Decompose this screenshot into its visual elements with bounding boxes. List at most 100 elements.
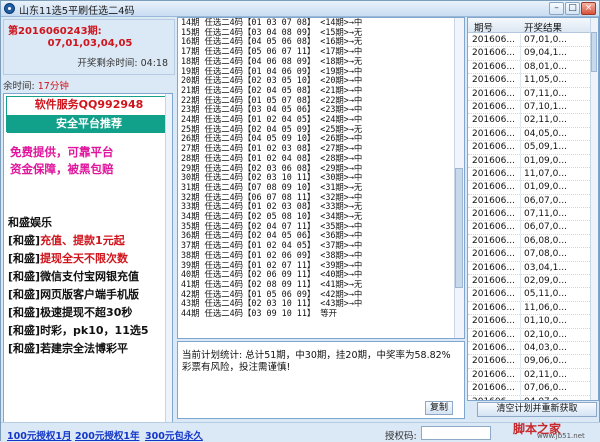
history-issue: 201606...: [472, 235, 515, 246]
ad-item-brand: [和盛]: [8, 324, 41, 337]
plan-list-panel[interactable]: 14期 任选二4码【01 03 07 08】 <14期>→中 15期 任选二4码【…: [177, 17, 465, 339]
history-row[interactable]: 201606... 01,09,0...: [468, 181, 592, 195]
ad-list-item: [和盛]时彩，pk10，11选5: [8, 322, 170, 340]
history-row[interactable]: 201606... 06,08,0...: [468, 234, 592, 249]
copy-button[interactable]: 复制: [425, 401, 453, 415]
ad-list-item: [和盛]微信支付宝网银充值: [8, 268, 170, 286]
history-col-divider: [520, 315, 521, 329]
history-issue: 201606...: [472, 262, 515, 273]
history-result: 07,08,0...: [524, 249, 567, 260]
history-row[interactable]: 201606... 02,11,0...: [468, 368, 592, 383]
history-row[interactable]: 201606... 04,05,0...: [468, 127, 592, 142]
history-panel[interactable]: 期号 开奖结果 201606... 07,01,0... 201606... 09,0…: [467, 17, 599, 401]
history-result: 11,06,0...: [524, 302, 567, 313]
ad-item-text: 时彩，pk10，11选5: [40, 324, 149, 337]
history-col-divider: [520, 248, 521, 262]
history-result: 03,04,1...: [524, 262, 567, 273]
history-row[interactable]: 201606... 03,04,1...: [468, 261, 592, 276]
history-issue: 201606...: [472, 61, 515, 72]
ad-list-item: [和盛]网页版客户端手机版: [8, 286, 170, 304]
history-col-divider: [520, 154, 521, 168]
bottom-bar: 100元授权1月 200元授权1年 300元包永久 授权码:: [1, 422, 600, 442]
ad-free-line: 资金保障，被黑包赔: [10, 162, 114, 176]
history-result: 04,03,0...: [524, 342, 567, 353]
maximize-button[interactable]: □: [565, 2, 580, 15]
history-issue: 201606...: [472, 276, 515, 287]
history-row[interactable]: 201606... 11,07,0...: [468, 167, 592, 182]
history-row[interactable]: 201606... 11,05,0...: [468, 74, 592, 88]
license-1-year-link[interactable]: 200元授权1年: [75, 428, 139, 442]
history-row[interactable]: 201606... 08,01,0...: [468, 60, 592, 75]
history-issue: 201606...: [472, 369, 515, 380]
plan-scroll-thumb[interactable]: [455, 168, 463, 288]
history-row[interactable]: 201606... 01,09,0...: [468, 154, 592, 168]
license-forever-link[interactable]: 300元包永久: [145, 428, 203, 442]
history-row[interactable]: 201606... 04,03,0...: [468, 341, 592, 356]
history-result: 05,11,0...: [524, 289, 567, 300]
plan-scrollbar[interactable]: [454, 18, 464, 338]
history-issue: 201606...: [472, 75, 515, 86]
history-row[interactable]: 201606... 07,10,1...: [468, 100, 592, 115]
history-row[interactable]: 201606... 05,11,0...: [468, 288, 592, 302]
history-col-issue[interactable]: 期号: [474, 20, 493, 34]
history-row[interactable]: 201606... 05,09,1...: [468, 141, 592, 155]
history-issue: 201606...: [472, 249, 515, 260]
close-button[interactable]: ×: [581, 2, 596, 15]
ad-scrollbar[interactable]: [165, 94, 172, 425]
ad-panel[interactable]: 软件服务QQ992948 安全平台推荐 免费提供，可靠平台 资金保障，被黑包赔 …: [3, 93, 173, 426]
app-window: 山东11选5平刷任选二4码 – □ × 第2016060243期: 07,01,…: [0, 0, 600, 442]
history-row[interactable]: 201606... 09,06,0...: [468, 355, 592, 369]
ad-list: 和盛娱乐 [和盛]充值、提款1元起 [和盛]提现全天不限次数 [和盛]微信支付宝网银…: [8, 214, 170, 358]
history-row[interactable]: 201606... 07,11,0...: [468, 208, 592, 222]
history-row[interactable]: 201606... 01,10,0...: [468, 315, 592, 329]
history-col-divider: [520, 301, 521, 315]
history-row[interactable]: 201606... 09,04,1...: [468, 47, 592, 61]
history-result: 06,07,0...: [524, 195, 567, 206]
history-result: 07,11,0...: [524, 209, 567, 220]
ad-safe-text: 安全平台推荐: [7, 115, 171, 133]
history-issue: 201606...: [472, 356, 515, 367]
ad-list-item: [和盛]充值、提款1元起: [8, 232, 170, 250]
history-result: 09,06,0...: [524, 356, 567, 367]
minimize-button[interactable]: –: [549, 2, 564, 15]
history-issue: 201606...: [472, 168, 515, 179]
history-col-divider: [520, 60, 521, 74]
history-col-divider: [520, 34, 521, 47]
history-row[interactable]: 201606... 02,11,0...: [468, 114, 592, 128]
ad-item-text: 提现全天不限次数: [40, 252, 129, 265]
history-row[interactable]: 201606... 07,06,0...: [468, 382, 592, 396]
history-scroll-thumb[interactable]: [591, 32, 597, 72]
history-row[interactable]: 201606... 07,11,0...: [468, 87, 592, 101]
history-row[interactable]: 201606... 02,09,0...: [468, 275, 592, 289]
history-row[interactable]: 201606... 02,10,0...: [468, 328, 592, 342]
ad-item-brand: [和盛]: [8, 342, 41, 355]
ad-banner[interactable]: 软件服务QQ992948 安全平台推荐: [6, 96, 171, 133]
ad-list-item: [和盛]若建宗全法博彩平: [8, 340, 170, 358]
history-row[interactable]: 201606... 06,07,0...: [468, 221, 592, 235]
history-issue: 201606...: [472, 396, 515, 400]
history-scrollbar[interactable]: [590, 18, 598, 400]
history-issue: 201606...: [472, 142, 515, 153]
ad-item-brand: [和盛]: [8, 270, 41, 283]
history-result: 04,05,0...: [524, 128, 567, 139]
history-row[interactable]: 201606... 07,08,0...: [468, 248, 592, 262]
history-col-divider: [520, 167, 521, 181]
history-result: 09,04,1...: [524, 48, 567, 59]
ad-company: 和盛娱乐: [8, 216, 52, 229]
window-title: 山东11选5平刷任选二4码: [19, 6, 135, 17]
history-row[interactable]: 201606... 06,07,0...: [468, 194, 592, 209]
history-col-divider: [520, 100, 521, 114]
history-row[interactable]: 201606... 07,01,0...: [468, 34, 592, 48]
history-result: 07,10,1...: [524, 101, 567, 112]
history-col-result[interactable]: 开奖结果: [524, 20, 562, 34]
history-col-divider: [520, 355, 521, 369]
ad-item-brand: [和盛]: [8, 234, 41, 247]
clear-refresh-button[interactable]: 清空计划并重新获取: [477, 402, 597, 417]
history-row[interactable]: 201606... 11,06,0...: [468, 301, 592, 316]
history-issue: 201606...: [472, 88, 515, 99]
license-1-month-link[interactable]: 100元授权1月: [7, 428, 71, 442]
remaining-time: 余时间: 17分钟: [3, 78, 69, 92]
history-col-divider: [520, 194, 521, 208]
history-row[interactable]: 201606... 04,07,0...: [468, 395, 592, 400]
auth-code-input[interactable]: [421, 426, 491, 440]
